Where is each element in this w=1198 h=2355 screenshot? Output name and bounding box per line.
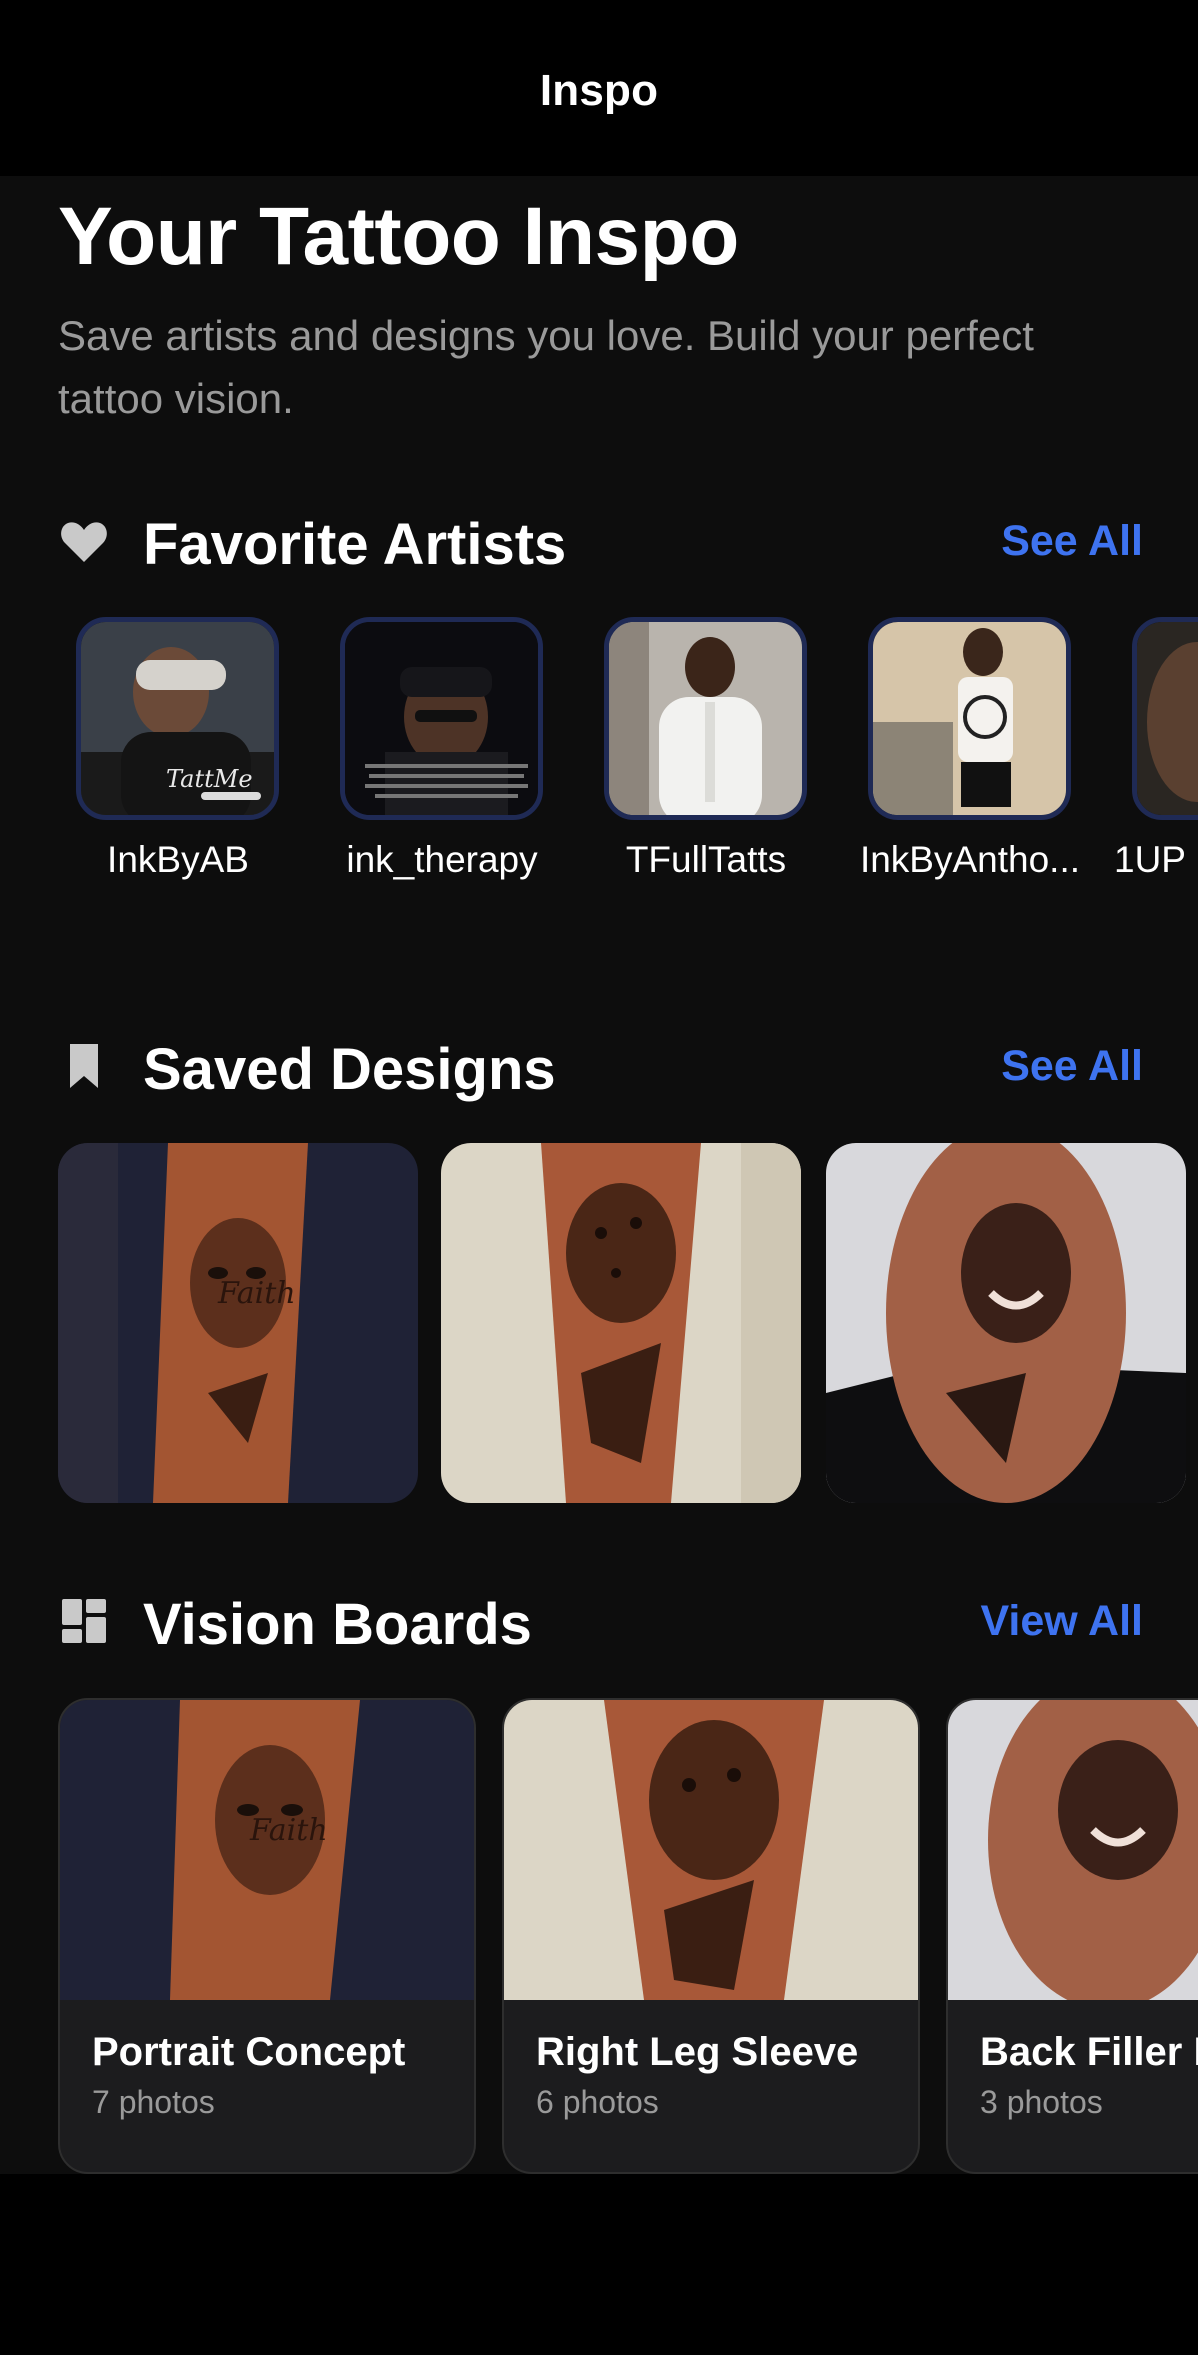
artist-name: ink_therapy	[346, 839, 538, 880]
vision-board-title: Right Leg Sleeve	[536, 2030, 859, 2074]
page-title: Your Tattoo Inspo	[58, 191, 739, 282]
vision-board-card[interactable]: Right Leg Sleeve 6 photos	[502, 1698, 920, 2174]
page-subtitle: Save artists and designs you love. Build…	[58, 312, 1034, 422]
artist-avatar	[604, 617, 807, 820]
svg-text:Faith: Faith	[249, 1813, 328, 1848]
vision-boards-view-all-link[interactable]: View All	[980, 1597, 1143, 1646]
dashboard-icon	[58, 1595, 110, 1647]
vision-board-cover: Faith	[60, 1700, 474, 2000]
artist-avatar	[868, 617, 1071, 820]
vision-board-card[interactable]: Back Filler I 3 photos	[946, 1698, 1198, 2174]
vision-boards-title: Vision Boards	[143, 1592, 532, 1657]
vision-boards-header: Vision Boards View All	[58, 1587, 1143, 1657]
vision-board-count: 6 photos	[536, 2084, 659, 2120]
svg-text:Faith: Faith	[217, 1276, 296, 1311]
vision-board-count: 7 photos	[92, 2084, 215, 2120]
vision-board-card[interactable]: Faith Portrait Concept 7 photos	[58, 1698, 476, 2174]
saved-designs-title: Saved Designs	[143, 1037, 556, 1102]
favorite-artists-title: Favorite Artists	[143, 512, 567, 577]
vision-board-count: 3 photos	[980, 2084, 1103, 2120]
artist-name: 1UP	[1114, 839, 1186, 880]
vision-board-cover	[504, 1700, 918, 2000]
artist-avatar: TattMe	[76, 617, 279, 820]
favorite-artists-header: Favorite Artists See All	[58, 507, 1143, 577]
artist-name: InkByAB	[107, 839, 249, 880]
artist-name: TFullTatts	[625, 839, 787, 880]
nav-title: Inspo	[539, 66, 659, 115]
saved-designs-header: Saved Designs See All	[58, 1032, 1143, 1102]
navigation-bar: Inspo	[0, 0, 1198, 176]
vision-board-title: Back Filler I	[980, 2030, 1198, 2074]
inspo-content[interactable]: Your Tattoo Inspo Save artists and desig…	[0, 176, 1198, 2174]
saved-design-image[interactable]	[441, 1143, 801, 1503]
vision-board-title: Portrait Concept	[92, 2030, 406, 2074]
bottom-safe-area	[0, 2174, 1198, 2355]
favorite-artists-see-all-link[interactable]: See All	[1001, 517, 1143, 566]
artist-avatar	[1132, 617, 1198, 820]
vision-board-cover	[948, 1700, 1198, 2000]
svg-text:TattMe: TattMe	[166, 765, 253, 793]
heart-icon	[58, 515, 110, 567]
artist-name: InkByAntho...	[859, 839, 1081, 880]
bookmark-icon	[58, 1040, 110, 1092]
saved-design-image[interactable]	[826, 1143, 1186, 1503]
saved-designs-see-all-link[interactable]: See All	[1001, 1042, 1143, 1091]
saved-design-image[interactable]: Faith	[58, 1143, 418, 1503]
artist-avatar	[340, 617, 543, 820]
